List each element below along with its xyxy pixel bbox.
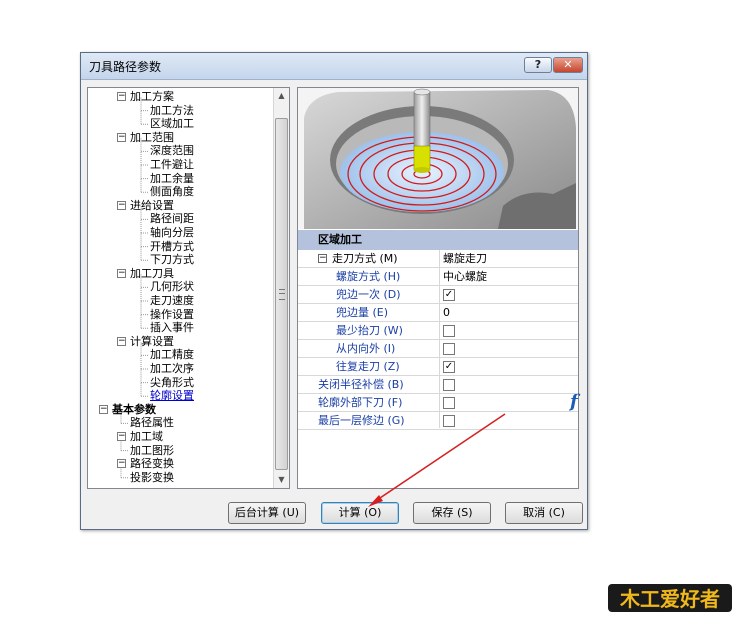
annotation-arrow xyxy=(368,413,506,507)
watermark-logo: 木工爱好者 xyxy=(606,580,734,616)
watermark-text: 木工爱好者 xyxy=(619,587,720,611)
